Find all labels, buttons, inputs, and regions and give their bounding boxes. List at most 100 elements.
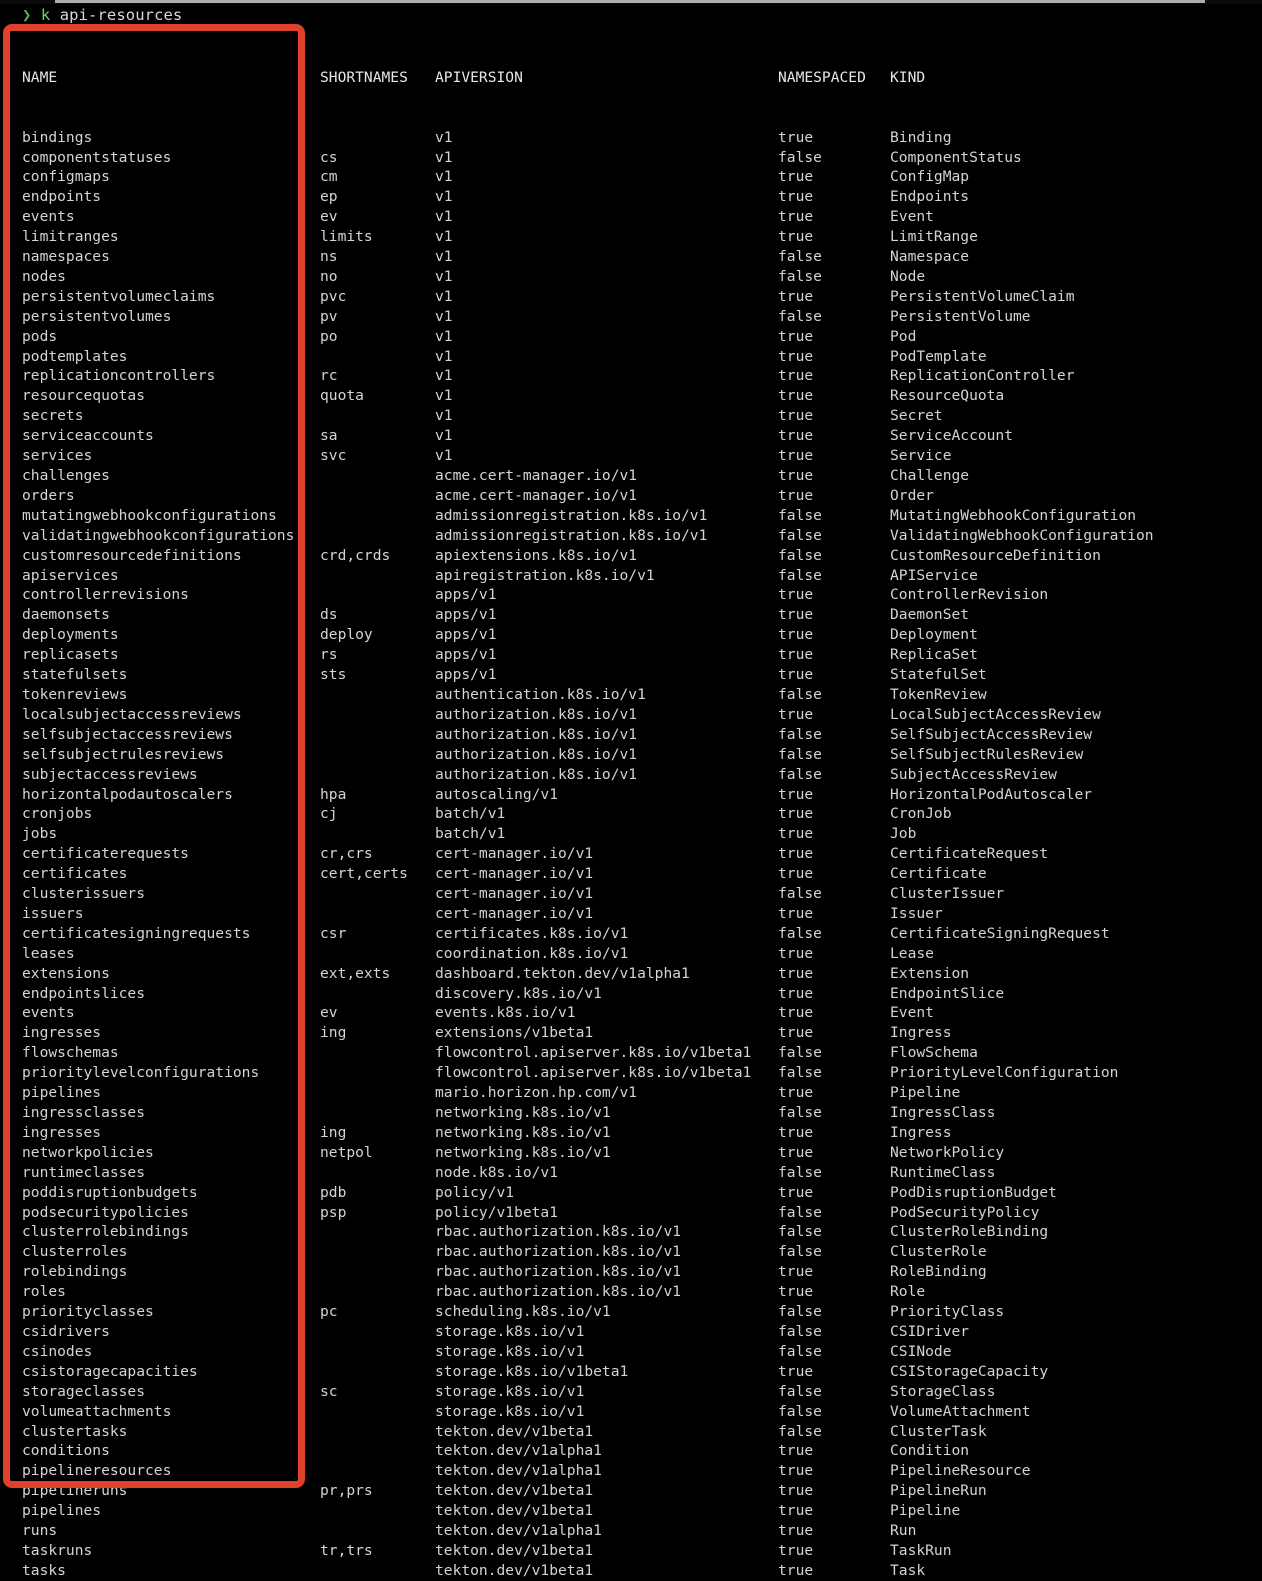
cell-name: replicationcontrollers <box>22 367 216 385</box>
table-row: priorityclasses pc scheduling.k8s.io/v1 fal… <box>0 1302 1262 1322</box>
table-row: taskruns tr,trs tekton.dev/v1beta1 true Task… <box>0 1541 1262 1561</box>
cell-apiversion: rbac.authorization.k8s.io/v1 <box>435 1223 682 1241</box>
cell-name: clusterrolebindings <box>22 1223 189 1241</box>
cell-namespaced: true <box>778 1362 814 1380</box>
table-row: ingresses ing extensions/v1beta1 true Ingres… <box>0 1023 1262 1043</box>
cell-apiversion: tekton.dev/v1alpha1 <box>435 1522 602 1540</box>
cell-name: rolebindings <box>22 1263 128 1281</box>
header-kind: KIND <box>890 68 926 86</box>
cell-kind: CSIStorageCapacity <box>890 1362 1049 1380</box>
cell-namespaced: true <box>778 825 814 843</box>
cell-namespaced: false <box>778 725 822 743</box>
cell-namespaced: true <box>778 1502 814 1520</box>
cell-shortnames: no <box>320 267 338 285</box>
table-row: flowschemas flowcontrol.apiserver.k8s.io/… <box>0 1043 1262 1063</box>
table-row: events ev events.k8s.io/v1 true Event <box>0 1003 1262 1023</box>
cell-namespaced: true <box>778 646 814 664</box>
cell-name: volumeattachments <box>22 1402 172 1420</box>
table-row: controllerrevisions apps/v1 true Controller… <box>0 585 1262 605</box>
cell-shortnames: svc <box>320 447 347 465</box>
cell-shortnames: netpol <box>320 1143 373 1161</box>
cell-shortnames: ev <box>320 1004 338 1022</box>
cell-name: clusterroles <box>22 1243 128 1261</box>
cell-kind: ResourceQuota <box>890 387 1005 405</box>
table-row: limitranges limits v1 true LimitRange <box>0 227 1262 247</box>
cell-name: events <box>22 208 75 226</box>
terminal-window: ❯ k api-resources NAME SHORTNAMES APIVER… <box>0 0 1262 1579</box>
cell-shortnames: ep <box>320 188 338 206</box>
cell-kind: MutatingWebhookConfiguration <box>890 506 1137 524</box>
table-row: prioritylevelconfigurations flowcontrol.a… <box>0 1063 1262 1083</box>
cell-name: poddisruptionbudgets <box>22 1183 198 1201</box>
cell-apiversion: apps/v1 <box>435 666 497 684</box>
cell-namespaced: true <box>778 1084 814 1102</box>
cell-name: limitranges <box>22 228 119 246</box>
cell-namespaced: true <box>778 327 814 345</box>
cell-apiversion: v1 <box>435 427 453 445</box>
cell-name: certificaterequests <box>22 845 189 863</box>
cell-name: taskruns <box>22 1541 93 1559</box>
cell-apiversion: storage.k8s.io/v1 <box>435 1402 585 1420</box>
cell-name: certificates <box>22 865 128 883</box>
cell-shortnames: sa <box>320 427 338 445</box>
table-row: endpointslices discovery.k8s.io/v1 true End… <box>0 984 1262 1004</box>
cell-namespaced: false <box>778 1303 822 1321</box>
cell-apiversion: flowcontrol.apiserver.k8s.io/v1beta1 <box>435 1044 752 1062</box>
table-row: ingressclasses networking.k8s.io/v1 false I… <box>0 1103 1262 1123</box>
cell-apiversion: v1 <box>435 228 453 246</box>
table-row: issuers cert-manager.io/v1 true Issuer <box>0 904 1262 924</box>
cell-namespaced: true <box>778 944 814 962</box>
table-row: localsubjectaccessreviews authorization.k… <box>0 705 1262 725</box>
cell-namespaced: true <box>778 984 814 1002</box>
cell-apiversion: scheduling.k8s.io/v1 <box>435 1303 611 1321</box>
cell-namespaced: true <box>778 1183 814 1201</box>
cell-apiversion: acme.cert-manager.io/v1 <box>435 486 638 504</box>
cell-kind: PersistentVolume <box>890 307 1031 325</box>
table-row: daemonsets ds apps/v1 true DaemonSet <box>0 605 1262 625</box>
cell-kind: PodTemplate <box>890 347 987 365</box>
table-row: deployments deploy apps/v1 true Deployment <box>0 625 1262 645</box>
cell-namespaced: true <box>778 586 814 604</box>
cell-kind: IngressClass <box>890 1104 996 1121</box>
cell-name: runs <box>22 1522 58 1540</box>
cell-apiversion: node.k8s.io/v1 <box>435 1163 559 1181</box>
cell-kind: LocalSubjectAccessReview <box>890 705 1101 723</box>
cell-shortnames: pdb <box>320 1183 347 1201</box>
cell-kind: Run <box>890 1522 917 1540</box>
cell-namespaced: false <box>778 526 822 544</box>
window-titlebar-edge <box>55 0 1205 3</box>
table-row: pipelines tekton.dev/v1beta1 true Pipeline <box>0 1501 1262 1521</box>
cell-name: componentstatuses <box>22 148 172 166</box>
cell-shortnames: ing <box>320 1123 347 1141</box>
cell-name: csinodes <box>22 1342 93 1360</box>
cell-kind: Role <box>890 1283 926 1301</box>
cell-apiversion: cert-manager.io/v1 <box>435 845 594 863</box>
cell-namespaced: true <box>778 387 814 405</box>
cell-kind: Pipeline <box>890 1502 961 1520</box>
table-row: pipelineresources tekton.dev/v1alpha1 true… <box>0 1461 1262 1481</box>
cell-kind: Deployment <box>890 626 978 644</box>
cell-namespaced: false <box>778 1382 822 1400</box>
cell-name: resourcequotas <box>22 387 146 405</box>
cell-apiversion: batch/v1 <box>435 825 506 843</box>
cell-name: podtemplates <box>22 347 128 365</box>
cell-kind: Node <box>890 267 926 285</box>
cell-name: subjectaccessreviews <box>22 765 198 783</box>
cell-namespaced: true <box>778 1283 814 1301</box>
cell-namespaced: false <box>778 506 822 524</box>
cell-name: namespaces <box>22 248 110 266</box>
cell-kind: PersistentVolumeClaim <box>890 287 1075 305</box>
cell-kind: HorizontalPodAutoscaler <box>890 785 1093 803</box>
cell-namespaced: true <box>778 626 814 644</box>
table-row: clusterissuers cert-manager.io/v1 false Clu… <box>0 884 1262 904</box>
cell-apiversion: v1 <box>435 208 453 226</box>
cell-apiversion: tekton.dev/v1beta1 <box>435 1422 594 1440</box>
cell-shortnames: rc <box>320 367 338 385</box>
cell-apiversion: batch/v1 <box>435 805 506 823</box>
cell-name: replicasets <box>22 646 119 664</box>
cell-namespaced: true <box>778 785 814 803</box>
cell-kind: LimitRange <box>890 228 978 246</box>
table-row: podtemplates v1 true PodTemplate <box>0 347 1262 367</box>
cell-shortnames: cj <box>320 805 338 823</box>
cell-namespaced: false <box>778 924 822 942</box>
